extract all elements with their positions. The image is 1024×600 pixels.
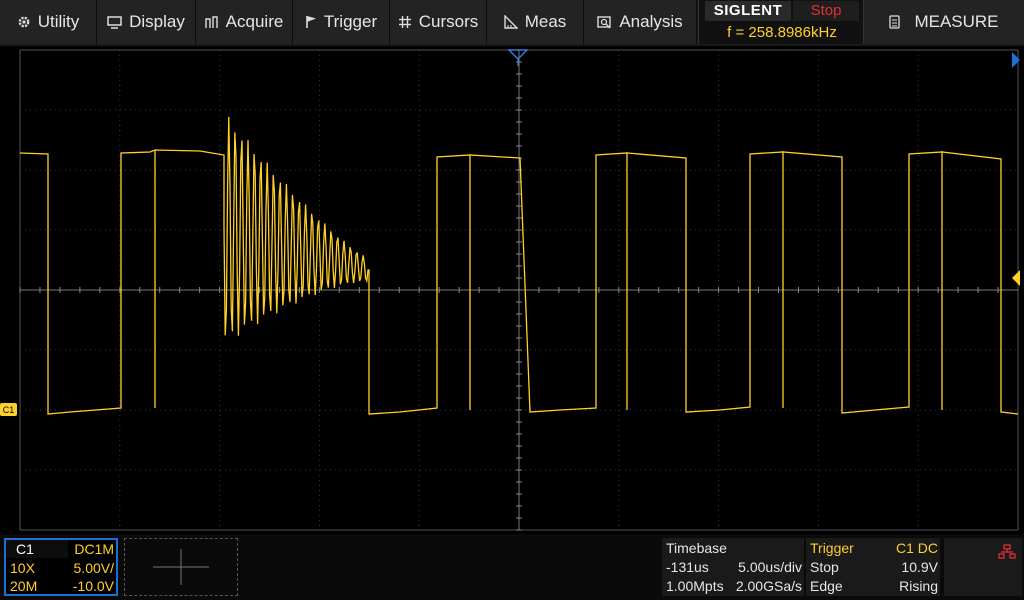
timebase-delay: -131us [666, 559, 709, 575]
menu-display[interactable]: Display [97, 0, 196, 44]
menu-display-label: Display [129, 12, 185, 31]
timebase-memory: 1.00Mpts [666, 578, 724, 594]
trigger-slope: Rising [899, 578, 938, 594]
flag-icon [305, 15, 317, 29]
horizontal-position-marker[interactable] [1012, 52, 1020, 68]
channel1-volts-div: 5.00V/ [73, 560, 114, 576]
trigger-title: Trigger [810, 540, 854, 556]
trigger-state: Stop [810, 559, 839, 575]
channel1-header: C1 DC1M [6, 540, 116, 558]
status-header: SIGLENT Stop f = 258.8986kHz [698, 0, 864, 44]
menu-acquire-label: Acquire [225, 12, 284, 31]
run-stop-status[interactable]: Stop [793, 1, 859, 21]
menu-utility-label: Utility [37, 12, 80, 31]
menu-acquire[interactable]: Acquire [196, 0, 293, 44]
channel1-probe: 10X [10, 560, 35, 576]
measure-button[interactable]: MEASURE [864, 0, 1024, 44]
measure-icon [889, 15, 901, 29]
channel1-offset: -10.0V [72, 578, 114, 594]
trigger-level: 10.9V [901, 559, 938, 575]
siglent-logo: SIGLENT [705, 1, 791, 21]
channel1-marker-label: C1 [3, 405, 15, 415]
acquire-icon [204, 15, 219, 29]
menu-analysis-label: Analysis [619, 12, 683, 31]
channel1-row-scale: 10X 5.00V/ [6, 559, 116, 577]
trigger-row-2: Edge Rising [806, 577, 940, 596]
menu-trigger-label: Trigger [323, 12, 378, 31]
trigger-info[interactable]: Trigger C1 DC Stop 10.9V Edge Rising [806, 538, 940, 596]
menu-meas[interactable]: Meas [487, 0, 584, 44]
menu-cursors-label: Cursors [418, 12, 479, 31]
gear-icon [17, 15, 31, 29]
trigger-type: Edge [810, 578, 843, 594]
timebase-title-row: Timebase [662, 539, 804, 558]
cursor-grid-icon [398, 15, 412, 29]
timebase-title: Timebase [666, 540, 727, 556]
analysis-icon [597, 15, 612, 29]
timebase-row-2: 1.00Mpts 2.00GSa/s [662, 577, 804, 596]
trigger-row-1: Stop 10.9V [806, 558, 940, 577]
grid-lines [19, 49, 1019, 531]
waveform-display[interactable]: C1 [0, 46, 1024, 534]
network-icon [998, 544, 1016, 559]
timebase-time-div: 5.00us/div [738, 559, 802, 575]
trigger-title-row: Trigger C1 DC [806, 539, 940, 558]
menu-utility[interactable]: Utility [0, 0, 97, 44]
measure-button-label: MEASURE [914, 12, 999, 31]
trigger-level-marker[interactable] [1012, 270, 1020, 286]
menu-meas-label: Meas [524, 12, 567, 31]
timebase-sample-rate: 2.00GSa/s [735, 578, 802, 594]
menu-cursors[interactable]: Cursors [390, 0, 487, 44]
monitor-icon [107, 15, 122, 29]
status-bar: C1 DC1M 10X 5.00V/ 20M -10.0V Timebase -… [0, 534, 1024, 600]
channel1-row-offset: 20M -10.0V [6, 577, 116, 595]
menu-bar: Utility Display Acquire Trigger Cursors … [0, 0, 1024, 46]
channel1-info[interactable]: C1 DC1M 10X 5.00V/ 20M -10.0V [4, 538, 118, 596]
channel1-name: C1 [6, 540, 68, 558]
ruler-icon [504, 15, 518, 29]
plus-icon [153, 549, 209, 585]
frequency-counter: f = 258.8986kHz [727, 24, 837, 41]
channel1-bandwidth: 20M [10, 578, 38, 594]
menu-trigger[interactable]: Trigger [293, 0, 390, 44]
network-status[interactable] [944, 538, 1022, 596]
menu-analysis[interactable]: Analysis [584, 0, 697, 44]
channel1-coupling: DC1M [74, 541, 114, 557]
channel1-offset-marker[interactable]: C1 [0, 403, 17, 416]
timebase-info[interactable]: Timebase -131us 5.00us/div 1.00Mpts 2.00… [662, 538, 804, 596]
add-channel-slot[interactable] [124, 538, 238, 596]
timebase-row-1: -131us 5.00us/div [662, 558, 804, 577]
trigger-source: C1 DC [895, 540, 938, 556]
graticule: C1 [0, 49, 1020, 531]
trigger-position-marker[interactable] [507, 49, 529, 66]
